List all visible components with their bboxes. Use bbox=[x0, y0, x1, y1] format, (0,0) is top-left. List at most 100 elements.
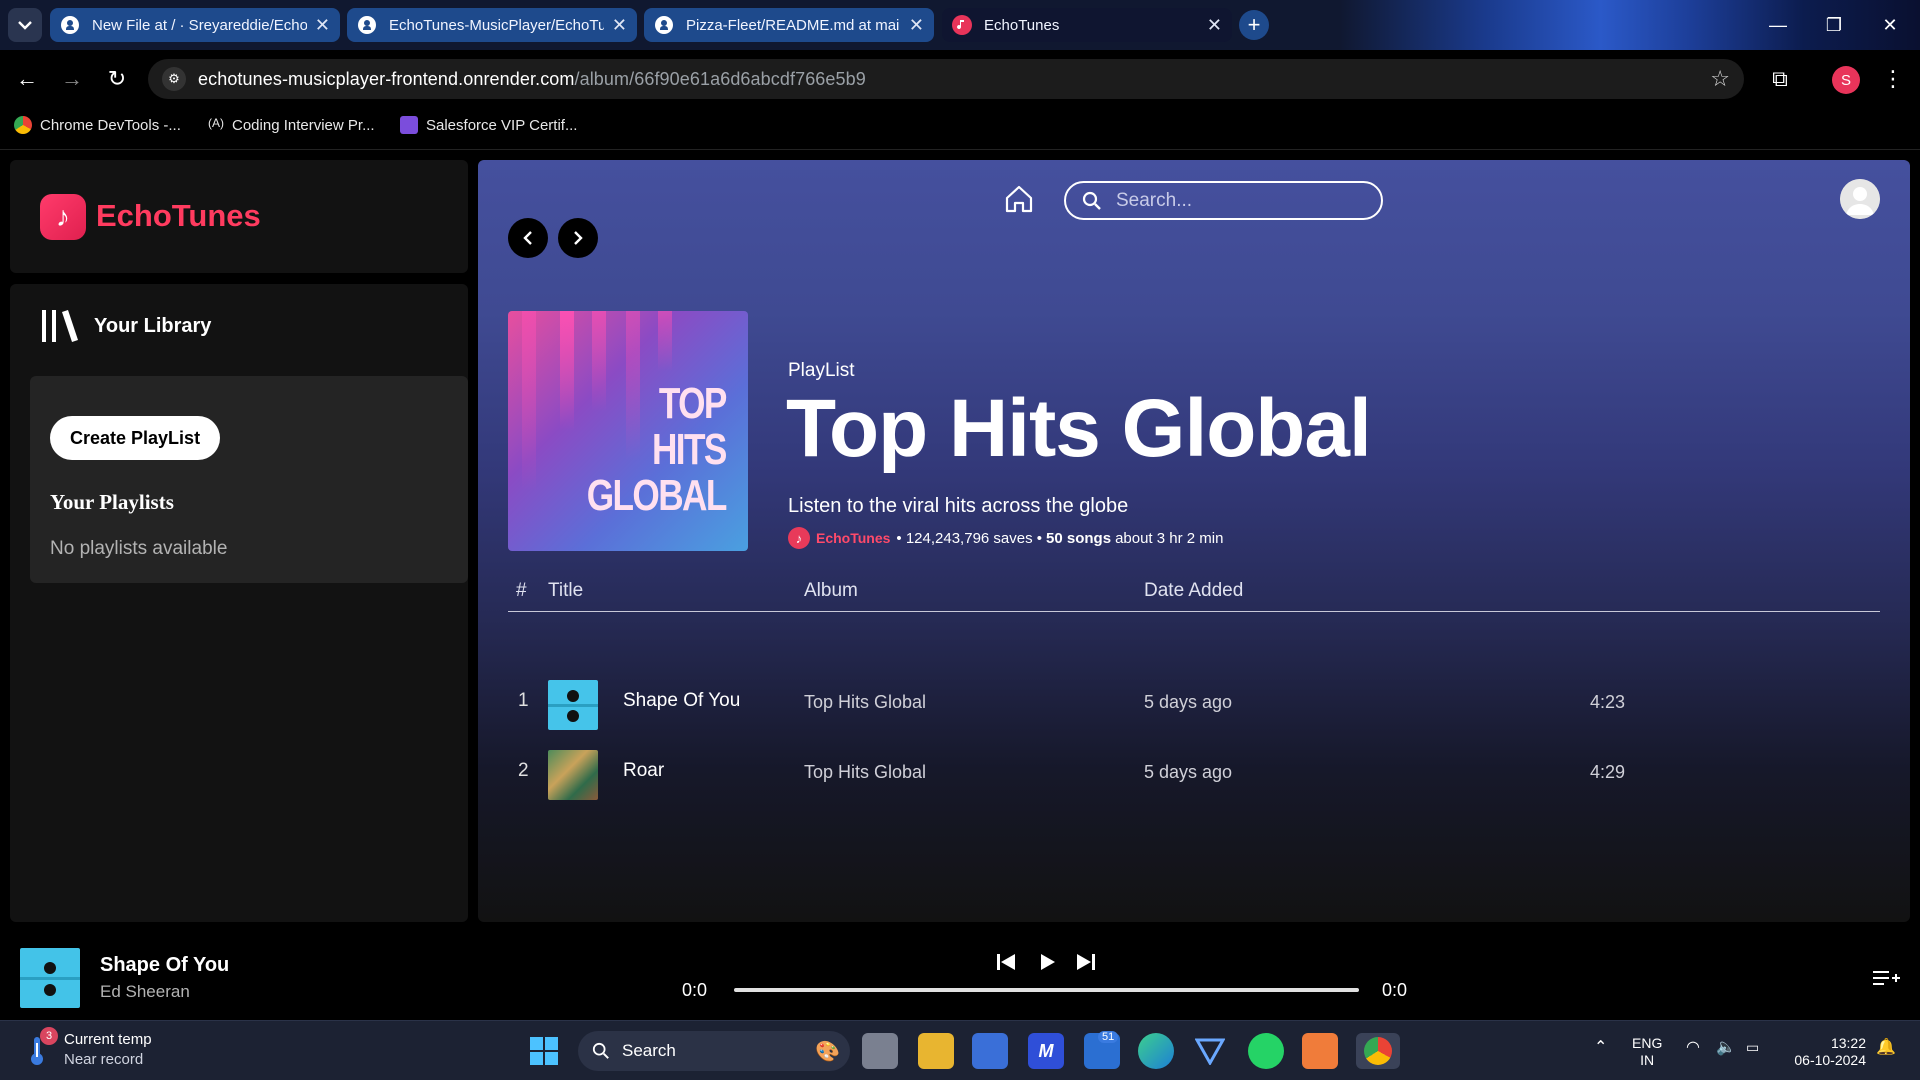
back-icon[interactable]: ← bbox=[10, 62, 44, 96]
bookmark-item[interactable]: Salesforce VIP Certif... bbox=[400, 116, 577, 134]
battery-icon[interactable]: ▭ bbox=[1746, 1039, 1759, 1056]
weather-title[interactable]: Current temp bbox=[64, 1031, 152, 1048]
mail-badge: 51 bbox=[1098, 1031, 1119, 1043]
table-row[interactable]: 1 Shape Of You Top Hits Global 5 days ag… bbox=[508, 670, 1880, 732]
address-bar[interactable]: ⚙ echotunes-musicplayer-frontend.onrende… bbox=[148, 59, 1744, 99]
new-tab-button[interactable]: + bbox=[1239, 10, 1269, 40]
bookmark-star-icon[interactable]: ☆ bbox=[1710, 66, 1730, 92]
playlist-owner[interactable]: EchoTunes bbox=[816, 530, 890, 546]
tab-label: New File at / · Sreyareddie/Echo bbox=[92, 16, 307, 34]
library-panel: Your Library Create PlayList Your Playli… bbox=[10, 284, 468, 922]
chrome-taskbar-icon[interactable] bbox=[1356, 1033, 1400, 1069]
close-icon[interactable]: ✕ bbox=[909, 15, 924, 36]
site-info-icon[interactable]: ⚙ bbox=[162, 67, 186, 91]
search-input[interactable]: Search... bbox=[1064, 181, 1383, 220]
file-explorer-icon[interactable] bbox=[918, 1033, 954, 1069]
microsoft-store-icon[interactable] bbox=[972, 1033, 1008, 1069]
tab-search-button[interactable] bbox=[8, 8, 42, 42]
queue-icon[interactable] bbox=[1872, 968, 1900, 990]
browser-tab-2[interactable]: EchoTunes-MusicPlayer/EchoTu ✕ bbox=[347, 8, 637, 42]
close-window-icon[interactable]: ✕ bbox=[1870, 10, 1910, 40]
taskbar-search[interactable]: Search 🎨 bbox=[578, 1031, 850, 1071]
track-title[interactable]: Shape Of You bbox=[623, 690, 740, 712]
playlist-saves: • 124,243,796 saves • bbox=[896, 529, 1043, 547]
restore-icon[interactable]: ❐ bbox=[1814, 10, 1854, 40]
music-note-icon: ♪ bbox=[40, 194, 86, 240]
echotunes-icon bbox=[952, 15, 972, 35]
windows-taskbar: 3 Current temp Near record Search 🎨 M 51… bbox=[0, 1020, 1920, 1080]
search-highlight-icon: 🎨 bbox=[815, 1040, 840, 1063]
back-nav-button[interactable] bbox=[508, 218, 548, 258]
close-icon[interactable]: ✕ bbox=[1207, 15, 1222, 36]
browser-tab-1[interactable]: New File at / · Sreyareddie/Echo ✕ bbox=[50, 8, 340, 42]
forward-icon[interactable]: → bbox=[55, 62, 89, 96]
notification-bell-icon[interactable]: 🔔 bbox=[1876, 1039, 1896, 1056]
playlist-description: Listen to the viral hits across the glob… bbox=[788, 495, 1129, 517]
col-title: Title bbox=[548, 580, 584, 601]
playlist-type: PlayList bbox=[788, 360, 855, 381]
windows-start-icon[interactable] bbox=[526, 1033, 562, 1069]
track-number: 1 bbox=[518, 690, 529, 711]
extensions-icon[interactable]: ⧉ bbox=[1763, 62, 1797, 96]
col-album: Album bbox=[804, 580, 858, 601]
monday-app-icon[interactable]: M bbox=[1028, 1033, 1064, 1069]
player-bar: Shape Of You Ed Sheeran 0:0 0:0 bbox=[0, 940, 1920, 1020]
chevron-right-icon bbox=[574, 231, 583, 245]
clock[interactable]: 13:22 06-10-2024 bbox=[1786, 1035, 1866, 1069]
profile-avatar[interactable]: S bbox=[1832, 66, 1860, 94]
app-logo-text[interactable]: EchoTunes bbox=[96, 198, 261, 234]
your-library-label[interactable]: Your Library bbox=[94, 315, 211, 338]
bookmarks-bar: Chrome DevTools -... (A) Coding Intervie… bbox=[0, 108, 1920, 150]
chrome-icon bbox=[14, 116, 32, 134]
bookmark-item[interactable]: (A) Coding Interview Pr... bbox=[208, 116, 375, 134]
your-playlists-heading: Your Playlists bbox=[50, 490, 174, 514]
browser-tab-3[interactable]: Pizza-Fleet/README.md at mai ✕ bbox=[644, 8, 934, 42]
edge-icon[interactable] bbox=[1138, 1033, 1174, 1069]
github-icon bbox=[654, 15, 674, 35]
browser-tab-active[interactable]: EchoTunes ✕ bbox=[942, 8, 1232, 42]
app-icon[interactable] bbox=[1302, 1033, 1338, 1069]
track-duration: 4:29 bbox=[1590, 762, 1626, 782]
next-track-icon[interactable] bbox=[1072, 948, 1100, 976]
track-date-added: 5 days ago bbox=[1144, 762, 1233, 782]
track-thumbnail bbox=[548, 750, 598, 800]
track-date-added: 5 days ago bbox=[1144, 692, 1233, 712]
table-row[interactable]: 2 Roar Top Hits Global 5 days ago 4:29 bbox=[508, 740, 1880, 802]
language-indicator[interactable]: ENG IN bbox=[1632, 1035, 1662, 1069]
tab-label: Pizza-Fleet/README.md at mai bbox=[686, 16, 900, 34]
play-icon[interactable] bbox=[1033, 948, 1061, 976]
whatsapp-icon[interactable] bbox=[1248, 1033, 1284, 1069]
cover-text: TOP HITS GLOBAL bbox=[586, 379, 728, 520]
now-playing-title: Shape Of You bbox=[100, 954, 230, 976]
music-note-icon: ♪ bbox=[788, 527, 810, 549]
tab-label: EchoTunes-MusicPlayer/EchoTu bbox=[389, 16, 604, 34]
wifi-icon[interactable]: ◠ bbox=[1686, 1039, 1700, 1056]
volume-icon[interactable]: 🔈 bbox=[1716, 1039, 1736, 1056]
playlist-song-count: 50 songs bbox=[1046, 529, 1112, 547]
minimize-icon[interactable]: — bbox=[1758, 10, 1798, 40]
user-avatar[interactable] bbox=[1840, 179, 1880, 219]
more-menu-icon[interactable]: ⋮ bbox=[1876, 62, 1910, 96]
create-playlist-button[interactable]: Create PlayList bbox=[50, 416, 221, 460]
playlist-title: Top Hits Global bbox=[786, 383, 1372, 474]
home-icon[interactable] bbox=[1004, 184, 1034, 214]
close-icon[interactable]: ✕ bbox=[315, 15, 330, 36]
browser-tab-bar: New File at / · Sreyareddie/Echo ✕ EchoT… bbox=[0, 0, 1920, 50]
task-view-icon[interactable] bbox=[862, 1033, 898, 1069]
taskbar-search-label: Search bbox=[622, 1041, 676, 1060]
bookmark-label: Coding Interview Pr... bbox=[232, 116, 375, 134]
previous-track-icon[interactable] bbox=[992, 948, 1020, 976]
track-table-header: # Title Album Date Added bbox=[508, 560, 1880, 612]
tab-label: EchoTunes bbox=[984, 16, 1060, 34]
playlist-duration: about 3 hr 2 min bbox=[1115, 529, 1224, 547]
bookmark-item[interactable]: Chrome DevTools -... bbox=[14, 116, 181, 134]
close-icon[interactable]: ✕ bbox=[612, 15, 627, 36]
col-number: # bbox=[516, 580, 527, 601]
progress-slider[interactable] bbox=[734, 988, 1359, 992]
chevron-up-icon[interactable]: ⌃ bbox=[1594, 1039, 1607, 1056]
col-date-added: Date Added bbox=[1144, 580, 1244, 601]
track-title[interactable]: Roar bbox=[623, 760, 664, 782]
reload-icon[interactable]: ↻ bbox=[100, 62, 134, 96]
vpn-triangle-icon[interactable] bbox=[1192, 1033, 1228, 1069]
forward-nav-button[interactable] bbox=[558, 218, 598, 258]
